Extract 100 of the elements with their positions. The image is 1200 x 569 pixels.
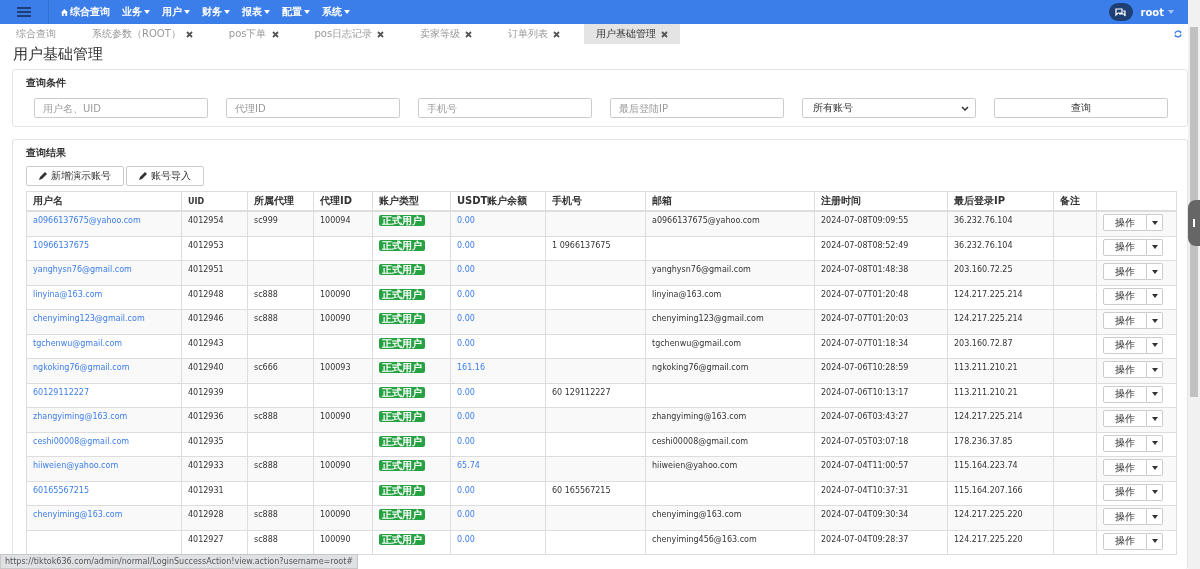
table-cell: 60 129112227	[552, 387, 611, 397]
dropdown-button[interactable]	[1147, 410, 1163, 427]
nav-menu-item[interactable]: 财务	[202, 5, 230, 19]
close-icon[interactable]	[661, 30, 669, 38]
balance-link[interactable]: 0.00	[457, 289, 475, 299]
refresh-icon[interactable]	[1174, 30, 1182, 38]
page-tab[interactable]: pos日志记录	[302, 24, 397, 44]
action-button[interactable]: 新增演示账号	[26, 166, 124, 186]
operate-button[interactable]: 操作	[1103, 214, 1147, 231]
balance-link[interactable]: 0.00	[457, 314, 475, 323]
operate-button[interactable]: 操作	[1103, 263, 1147, 280]
nav-menu-item[interactable]: 用户	[162, 5, 190, 19]
dropdown-button[interactable]	[1147, 508, 1163, 525]
balance-link[interactable]: 0.00	[457, 265, 475, 274]
user-menu[interactable]: root	[1140, 6, 1174, 18]
balance-link[interactable]: 0.00	[457, 510, 475, 519]
close-icon[interactable]	[271, 30, 279, 38]
operate-button[interactable]: 操作	[1103, 385, 1147, 403]
search-field[interactable]: 手机号	[418, 98, 592, 118]
search-field[interactable]: 代理ID	[226, 98, 400, 118]
dropdown-button[interactable]	[1147, 532, 1163, 550]
page-tab[interactable]: 用户基础管理	[584, 24, 681, 44]
nav-menu-item[interactable]: 报表	[242, 5, 270, 19]
username-link[interactable]: 60165567215	[33, 485, 89, 495]
table-cell: 124.217.225.214	[954, 289, 1023, 299]
nav-menu-item[interactable]: 配置	[282, 5, 310, 19]
table-cell: sc888	[254, 510, 278, 519]
account-select[interactable]: 所有账号	[802, 98, 976, 118]
balance-link[interactable]: 0.00	[457, 485, 475, 495]
search-field[interactable]: 最后登陆IP	[610, 98, 784, 118]
dropdown-button[interactable]	[1147, 385, 1163, 403]
balance-link[interactable]: 0.00	[457, 534, 475, 544]
username-link[interactable]: linyina@163.com	[33, 289, 103, 299]
balance-link[interactable]: 0.00	[457, 436, 475, 446]
dropdown-button[interactable]	[1147, 361, 1163, 378]
side-handle[interactable]	[1188, 200, 1200, 246]
operate-button[interactable]: 操作	[1103, 532, 1147, 550]
dropdown-button[interactable]	[1147, 483, 1163, 501]
nav-menu-item[interactable]: 综合查询	[61, 5, 110, 19]
username-link[interactable]: 60129112227	[33, 387, 89, 397]
balance-link[interactable]: 0.00	[457, 338, 475, 348]
operate-button[interactable]: 操作	[1103, 361, 1147, 378]
scrollbar[interactable]	[1188, 0, 1200, 569]
caret-icon	[1151, 294, 1158, 298]
table-cell: linyina@163.com	[652, 289, 722, 299]
username-link[interactable]: hiiweien@yahoo.com	[33, 461, 119, 470]
operate-button[interactable]: 操作	[1103, 238, 1147, 256]
chat-button[interactable]	[1108, 3, 1133, 21]
balance-link[interactable]: 65.74	[457, 461, 480, 470]
table-cell: chenyiming@163.com	[652, 510, 742, 519]
table-cell: 4012940	[188, 363, 224, 372]
balance-link[interactable]: 0.00	[457, 387, 475, 397]
username-link[interactable]: 10966137675	[33, 240, 89, 250]
table-cell: 100090	[320, 412, 351, 421]
dropdown-button[interactable]	[1147, 336, 1163, 354]
table-cell: 1 0966137675	[552, 240, 611, 250]
nav-menu-item[interactable]: 业务	[122, 5, 150, 19]
table-cell: 2024-07-04T09:28:37	[821, 534, 909, 544]
dropdown-button[interactable]	[1147, 238, 1163, 256]
operate-button[interactable]: 操作	[1103, 508, 1147, 525]
dropdown-button[interactable]	[1147, 312, 1163, 329]
close-icon[interactable]	[553, 30, 561, 38]
table-cell: 2024-07-06T03:43:27	[821, 412, 909, 421]
operate-button[interactable]: 操作	[1103, 483, 1147, 501]
dropdown-button[interactable]	[1147, 434, 1163, 452]
search-button[interactable]: 查询	[994, 98, 1168, 118]
page-tab[interactable]: pos下单	[216, 24, 291, 44]
operate-button[interactable]: 操作	[1103, 336, 1147, 354]
close-icon[interactable]	[377, 30, 385, 38]
operate-button[interactable]: 操作	[1103, 459, 1147, 476]
close-icon[interactable]	[185, 30, 193, 38]
balance-link[interactable]: 0.00	[457, 216, 475, 225]
table-cell: 115.164.223.74	[954, 461, 1018, 470]
page-tab[interactable]: 综合查询	[4, 24, 68, 44]
table-cell: 60 165567215	[552, 485, 611, 495]
action-button[interactable]: 账号导入	[126, 166, 204, 186]
dropdown-button[interactable]	[1147, 263, 1163, 280]
dropdown-button[interactable]	[1147, 459, 1163, 476]
page-tab[interactable]: 系统参数（ROOT）	[80, 24, 205, 44]
caret-icon	[1151, 220, 1158, 225]
operate-button[interactable]: 操作	[1103, 410, 1147, 427]
page-tab[interactable]: 卖家等级	[408, 24, 485, 44]
operate-button[interactable]: 操作	[1103, 312, 1147, 329]
dropdown-button[interactable]	[1147, 287, 1163, 305]
table-cell: tgchenwu@gmail.com	[652, 338, 742, 348]
dropdown-button[interactable]	[1147, 214, 1163, 231]
balance-link[interactable]: 0.00	[457, 412, 475, 421]
close-icon[interactable]	[465, 30, 473, 38]
page-tab[interactable]: 订单列表	[496, 24, 573, 44]
nav-menu-item[interactable]: 系统	[322, 5, 350, 19]
page-title: 用户基础管理	[13, 44, 104, 64]
operate-button[interactable]: 操作	[1103, 287, 1147, 305]
operate-button[interactable]: 操作	[1103, 434, 1147, 452]
balance-link[interactable]: 161.16	[457, 363, 485, 372]
table-cell: 100090	[320, 461, 351, 470]
search-field[interactable]: 用户名、UID	[34, 98, 208, 118]
home-icon	[61, 8, 68, 16]
table-cell: 113.211.210.21	[954, 363, 1018, 372]
balance-link[interactable]: 0.00	[457, 240, 475, 250]
status-badge: 正式用户	[379, 411, 425, 422]
